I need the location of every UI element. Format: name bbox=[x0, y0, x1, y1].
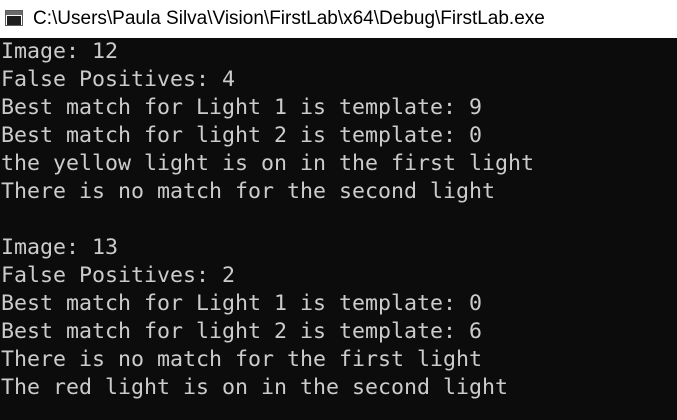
console-app-icon[interactable] bbox=[5, 10, 23, 26]
console-window: C:\Users\Paula Silva\Vision\FirstLab\x64… bbox=[0, 0, 677, 420]
console-line: The red light is on in the second light bbox=[1, 375, 509, 400]
console-app-icon-bar bbox=[6, 11, 22, 15]
title-bar[interactable]: C:\Users\Paula Silva\Vision\FirstLab\x64… bbox=[0, 0, 677, 38]
console-line: False Positives: 2 bbox=[1, 263, 236, 288]
console-output[interactable]: Image: 12 False Positives: 4 Best match … bbox=[0, 38, 677, 420]
console-app-icon-screen bbox=[7, 16, 21, 25]
console-line: Image: 12 bbox=[1, 39, 119, 64]
console-line: There is no match for the first light bbox=[1, 347, 483, 372]
console-line: False Positives: 4 bbox=[1, 67, 236, 92]
console-line: Best match for light 2 is template: 0 bbox=[1, 123, 483, 148]
console-line: Image: 13 bbox=[1, 235, 119, 260]
console-line: There is no match for the second light bbox=[1, 179, 496, 204]
console-line: the yellow light is on in the first ligh… bbox=[1, 151, 535, 176]
console-line: Best match for Light 1 is template: 9 bbox=[1, 95, 483, 120]
console-line: Best match for light 2 is template: 6 bbox=[1, 319, 483, 344]
window-title: C:\Users\Paula Silva\Vision\FirstLab\x64… bbox=[33, 8, 545, 29]
console-line: Best match for Light 1 is template: 0 bbox=[1, 291, 483, 316]
